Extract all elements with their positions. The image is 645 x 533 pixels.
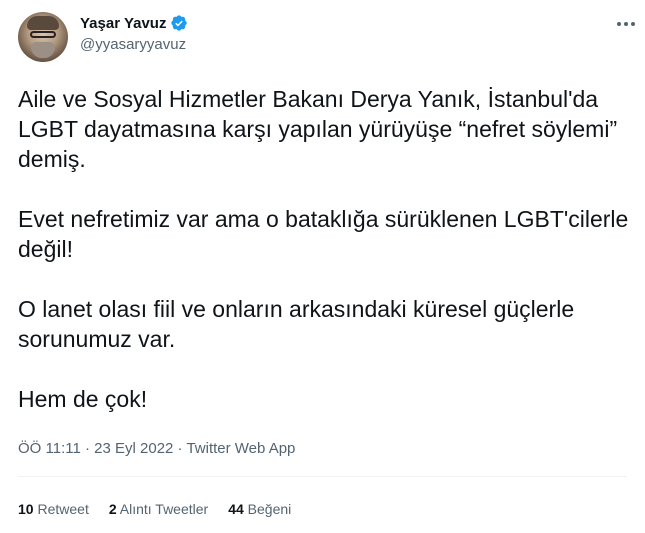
quotes-label: Alıntı Tweetler (119, 501, 209, 517)
likes-count: 44 (228, 501, 244, 517)
more-options-icon[interactable] (614, 14, 638, 34)
tweet-text: Aile ve Sosyal Hizmetler Bakanı Derya Ya… (18, 84, 633, 414)
tweet-paragraph: Evet nefretimiz var ama o bataklığa sürü… (18, 206, 629, 262)
tweet-card: Yaşar Yavuz @yyasaryyavuz Aile ve Sosyal… (0, 0, 645, 533)
verified-badge-icon (171, 15, 188, 31)
author-name-row: Yaşar Yavuz (80, 14, 188, 32)
retweets-label: Retweet (37, 501, 89, 517)
retweets-count: 10 (18, 501, 34, 517)
tweet-time[interactable]: ÖÖ 11:11 (18, 440, 81, 457)
meta-separator: · (80, 440, 95, 457)
tweet-stats: 10 Retweet 2 Alıntı Tweetler 44 Beğeni (18, 501, 311, 517)
tweet-meta: ÖÖ 11:11 · 23 Eyl 2022 · Twitter Web App (18, 440, 295, 457)
divider (18, 476, 627, 477)
tweet-paragraph: Aile ve Sosyal Hizmetler Bakanı Derya Ya… (18, 86, 618, 172)
tweet-source[interactable]: Twitter Web App (186, 440, 295, 457)
likes-stat[interactable]: 44 Beğeni (228, 501, 291, 517)
quotes-stat[interactable]: 2 Alıntı Tweetler (109, 501, 208, 517)
meta-separator: · (173, 440, 187, 457)
tweet-paragraph: O lanet olası fiil ve onların arkasındak… (18, 296, 575, 352)
avatar[interactable] (18, 12, 68, 62)
author-display-name[interactable]: Yaşar Yavuz (80, 15, 166, 32)
tweet-date[interactable]: 23 Eyl 2022 (94, 440, 173, 457)
tweet-paragraph: Hem de çok! (18, 386, 148, 412)
quotes-count: 2 (108, 501, 117, 517)
author-handle[interactable]: @yyasaryyavuz (80, 36, 186, 53)
retweets-stat[interactable]: 10 Retweet (18, 501, 89, 517)
likes-label: Beğeni (247, 501, 292, 517)
